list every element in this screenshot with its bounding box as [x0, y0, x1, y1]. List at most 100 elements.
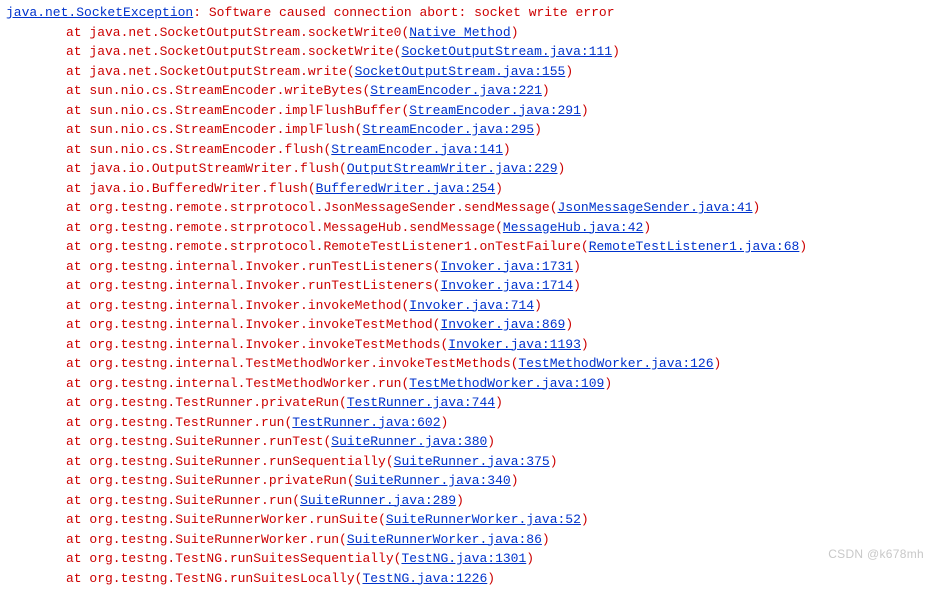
paren-close: ) [612, 44, 620, 59]
paren-close: ) [495, 395, 503, 410]
paren-open: ( [511, 356, 519, 371]
paren-close: ) [542, 83, 550, 98]
frame-source-link[interactable]: OutputStreamWriter.java:229 [347, 161, 558, 176]
stack-frame: at java.net.SocketOutputStream.socketWri… [6, 42, 928, 62]
paren-close: ) [503, 142, 511, 157]
frame-source-link[interactable]: StreamEncoder.java:291 [409, 103, 581, 118]
stack-frame: at org.testng.SuiteRunnerWorker.runSuite… [6, 510, 928, 530]
frame-method: at org.testng.TestRunner.privateRun [66, 395, 339, 410]
frame-source-link[interactable]: RemoteTestListener1.java:68 [589, 239, 800, 254]
frame-method-text: org.testng.remote.strprotocol.MessageHub… [89, 220, 495, 235]
frame-method: at org.testng.TestRunner.run [66, 415, 284, 430]
frame-source-link[interactable]: TestRunner.java:602 [292, 415, 440, 430]
frame-method: at org.testng.remote.strprotocol.JsonMes… [66, 200, 550, 215]
stack-frame: at org.testng.internal.Invoker.invokeTes… [6, 315, 928, 335]
frame-source-link[interactable]: BufferedWriter.java:254 [316, 181, 495, 196]
exception-class[interactable]: java.net.SocketException [6, 5, 193, 20]
paren-close: ) [534, 122, 542, 137]
frame-method-text: org.testng.internal.TestMethodWorker.inv… [89, 356, 510, 371]
frame-source-link[interactable]: Native Method [409, 25, 510, 40]
frame-source-link[interactable]: TestRunner.java:744 [347, 395, 495, 410]
frame-source-link[interactable]: Invoker.java:1714 [440, 278, 573, 293]
paren-close: ) [495, 181, 503, 196]
paren-open: ( [550, 200, 558, 215]
stack-frame: at org.testng.internal.Invoker.runTestLi… [6, 257, 928, 277]
stack-frame: at org.testng.remote.strprotocol.Message… [6, 218, 928, 238]
frame-source-link[interactable]: SuiteRunner.java:289 [300, 493, 456, 508]
frame-source-link[interactable]: MessageHub.java:42 [503, 220, 643, 235]
frame-method: at java.io.OutputStreamWriter.flush [66, 161, 339, 176]
frame-method: at org.testng.SuiteRunnerWorker.run [66, 532, 339, 547]
stack-frame: at org.testng.TestNG.runSuitesLocally(Te… [6, 569, 928, 589]
stack-frame: at org.testng.SuiteRunner.runSequentiall… [6, 452, 928, 472]
frame-source-link[interactable]: StreamEncoder.java:141 [331, 142, 503, 157]
paren-close: ) [456, 493, 464, 508]
frame-source-link[interactable]: SuiteRunner.java:375 [394, 454, 550, 469]
paren-open: ( [581, 239, 589, 254]
frame-source-link[interactable]: StreamEncoder.java:295 [362, 122, 534, 137]
frame-source-link[interactable]: SocketOutputStream.java:111 [401, 44, 612, 59]
frame-method: at org.testng.SuiteRunnerWorker.runSuite [66, 512, 378, 527]
frame-method-text: java.net.SocketOutputStream.write [89, 64, 346, 79]
exception-message: : Software caused connection abort: sock… [193, 5, 614, 20]
paren-close: ) [753, 200, 761, 215]
frame-method-text: org.testng.internal.TestMethodWorker.run [89, 376, 401, 391]
frame-method: at sun.nio.cs.StreamEncoder.writeBytes [66, 83, 362, 98]
frame-method-text: sun.nio.cs.StreamEncoder.implFlush [89, 122, 354, 137]
frame-source-link[interactable]: SuiteRunnerWorker.java:52 [386, 512, 581, 527]
frame-method-text: java.net.SocketOutputStream.socketWrite [89, 44, 393, 59]
stack-frame: at sun.nio.cs.StreamEncoder.implFlushBuf… [6, 101, 928, 121]
stack-frame: at org.testng.TestRunner.run(TestRunner.… [6, 413, 928, 433]
frame-source-link[interactable]: JsonMessageSender.java:41 [558, 200, 753, 215]
stack-frame: at java.io.BufferedWriter.flush(Buffered… [6, 179, 928, 199]
frame-method: at sun.nio.cs.StreamEncoder.flush [66, 142, 323, 157]
frame-source-link[interactable]: SuiteRunnerWorker.java:86 [347, 532, 542, 547]
frame-method: at org.testng.internal.TestMethodWorker.… [66, 376, 401, 391]
frame-method-text: java.io.BufferedWriter.flush [89, 181, 307, 196]
frame-source-link[interactable]: TestMethodWorker.java:109 [409, 376, 604, 391]
frame-method: at java.net.SocketOutputStream.write [66, 64, 347, 79]
frame-source-link[interactable]: Invoker.java:869 [440, 317, 565, 332]
exception-message-text: Software caused connection abort: socket… [209, 5, 615, 20]
frame-method: at org.testng.internal.Invoker.invokeMet… [66, 298, 401, 313]
paren-close: ) [511, 473, 519, 488]
frame-method-text: sun.nio.cs.StreamEncoder.implFlushBuffer [89, 103, 401, 118]
stack-frame: at java.net.SocketOutputStream.write(Soc… [6, 62, 928, 82]
frame-source-link[interactable]: SuiteRunner.java:380 [331, 434, 487, 449]
paren-close: ) [581, 103, 589, 118]
frame-method-text: org.testng.TestNG.runSuitesLocally [89, 571, 354, 586]
frame-source-link[interactable]: Invoker.java:1193 [448, 337, 581, 352]
exception-line: java.net.SocketException: Software cause… [6, 3, 928, 23]
frame-source-link[interactable]: TestNG.java:1226 [362, 571, 487, 586]
paren-open: ( [339, 395, 347, 410]
paren-open: ( [308, 181, 316, 196]
frame-source-link[interactable]: StreamEncoder.java:221 [370, 83, 542, 98]
stack-frame: at org.testng.remote.strprotocol.JsonMes… [6, 198, 928, 218]
stack-frame: at org.testng.internal.TestMethodWorker.… [6, 354, 928, 374]
stack-frame: at org.testng.internal.TestMethodWorker.… [6, 374, 928, 394]
frame-method-text: org.testng.internal.Invoker.runTestListe… [89, 278, 432, 293]
paren-close: ) [550, 454, 558, 469]
paren-open: ( [339, 532, 347, 547]
stack-frame: at org.testng.TestRunner.privateRun(Test… [6, 393, 928, 413]
frame-source-link[interactable]: SuiteRunner.java:340 [355, 473, 511, 488]
paren-close: ) [573, 259, 581, 274]
frame-method: at org.testng.SuiteRunner.privateRun [66, 473, 347, 488]
stack-trace: java.net.SocketException: Software cause… [6, 3, 928, 588]
frame-method: at java.io.BufferedWriter.flush [66, 181, 308, 196]
paren-close: ) [441, 415, 449, 430]
frame-method-text: sun.nio.cs.StreamEncoder.flush [89, 142, 323, 157]
stack-frame: at java.net.SocketOutputStream.socketWri… [6, 23, 928, 43]
frame-source-link[interactable]: Invoker.java:1731 [440, 259, 573, 274]
frame-source-link[interactable]: TestNG.java:1301 [401, 551, 526, 566]
frame-source-link[interactable]: TestMethodWorker.java:126 [519, 356, 714, 371]
frame-method-text: java.io.OutputStreamWriter.flush [89, 161, 339, 176]
frame-method: at org.testng.SuiteRunner.runTest [66, 434, 323, 449]
frame-method: at org.testng.TestNG.runSuitesLocally [66, 571, 355, 586]
frame-method-text: org.testng.remote.strprotocol.JsonMessag… [89, 200, 549, 215]
frame-source-link[interactable]: Invoker.java:714 [409, 298, 534, 313]
paren-close: ) [487, 434, 495, 449]
stack-frame: at org.testng.SuiteRunner.runTest(SuiteR… [6, 432, 928, 452]
frame-source-link[interactable]: SocketOutputStream.java:155 [355, 64, 566, 79]
frame-method: at org.testng.SuiteRunner.run [66, 493, 292, 508]
